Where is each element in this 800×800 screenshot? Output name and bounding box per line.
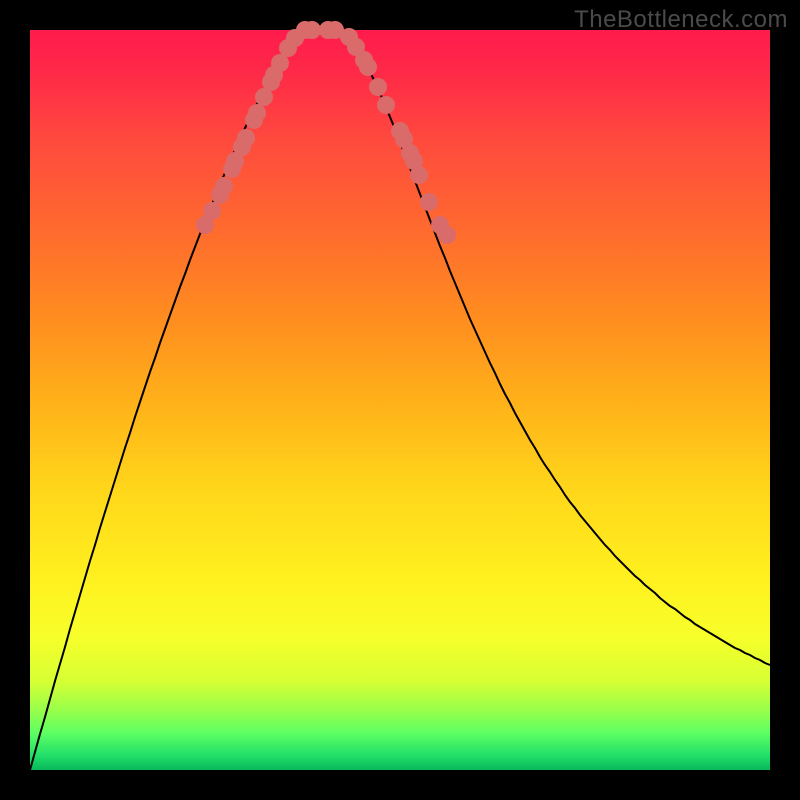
data-dot [377, 96, 395, 114]
curve-svg [30, 30, 770, 770]
watermark-text: TheBottleneck.com [574, 6, 788, 34]
data-dot [303, 21, 321, 39]
plot-area [30, 30, 770, 770]
data-dot [359, 58, 377, 76]
data-dot [237, 129, 255, 147]
chart-frame: TheBottleneck.com [0, 0, 800, 800]
data-dot [248, 104, 266, 122]
data-dots-group [196, 21, 456, 244]
data-dot [410, 166, 428, 184]
left-curve [30, 30, 315, 770]
data-dot [203, 202, 221, 220]
data-dot [420, 193, 438, 211]
data-dot [215, 177, 233, 195]
data-dot [369, 78, 387, 96]
data-dot [438, 226, 456, 244]
